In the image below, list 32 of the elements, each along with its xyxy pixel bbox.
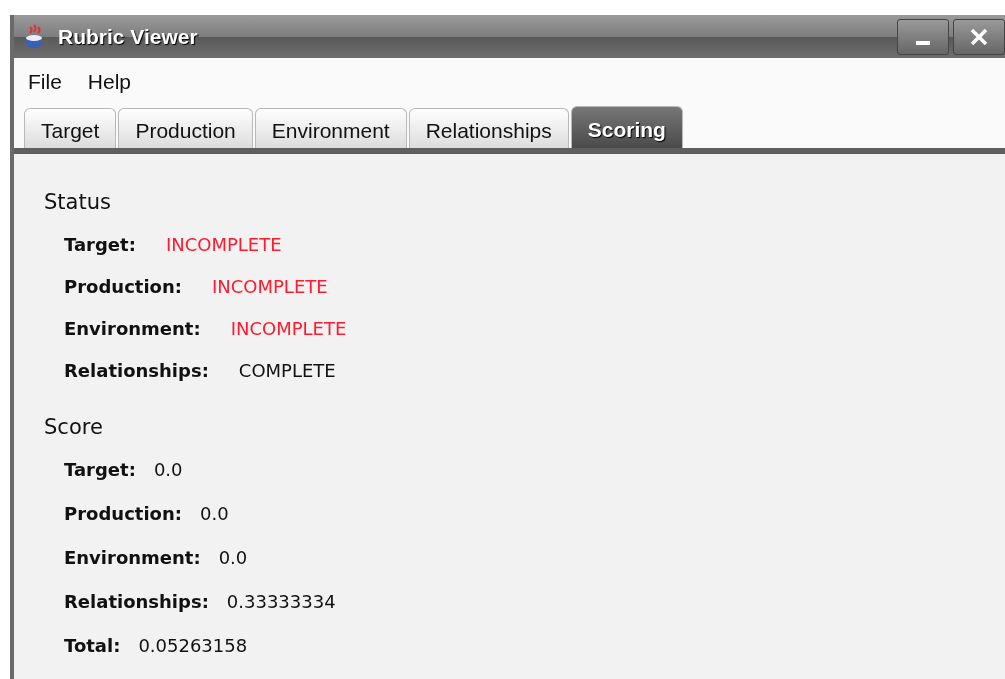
field-value: 0.33333334 (226, 591, 336, 614)
field-label: Environment: (64, 318, 201, 341)
window-title: Rubric Viewer (58, 24, 198, 49)
field-label: Environment: (64, 547, 201, 570)
field-label: Production: (64, 276, 182, 299)
section-heading: Status (44, 190, 112, 216)
field-value: INCOMPLETE (211, 276, 328, 299)
tab[interactable]: Target (24, 108, 117, 148)
tab[interactable]: Environment (254, 108, 407, 148)
menu-item[interactable]: Help (87, 70, 132, 104)
section-heading: Score (44, 415, 104, 441)
field-label: Relationships: (64, 360, 209, 383)
field-value: INCOMPLETE (230, 318, 347, 341)
field-label: Target: (64, 459, 136, 482)
field-label: Target: (64, 234, 136, 257)
field-value: 0.0 (153, 459, 183, 482)
tab[interactable]: Scoring (570, 106, 683, 148)
field-value: 0.05263158 (138, 635, 248, 658)
tab[interactable]: Relationships (408, 108, 569, 148)
close-icon (969, 26, 989, 47)
field-value: 0.0 (199, 503, 229, 526)
minimize-icon (916, 40, 930, 45)
field-label: Relationships: (64, 591, 209, 614)
field-value: 0.0 (218, 547, 248, 570)
field-value: COMPLETE (238, 360, 336, 383)
tab[interactable]: Production (118, 108, 253, 148)
close-button[interactable] (953, 18, 1005, 55)
menu-item[interactable]: File (28, 70, 62, 104)
field-label: Total: (64, 635, 121, 658)
field-label: Production: (64, 503, 182, 526)
minimize-button[interactable] (897, 18, 949, 55)
field-value: INCOMPLETE (165, 234, 282, 257)
